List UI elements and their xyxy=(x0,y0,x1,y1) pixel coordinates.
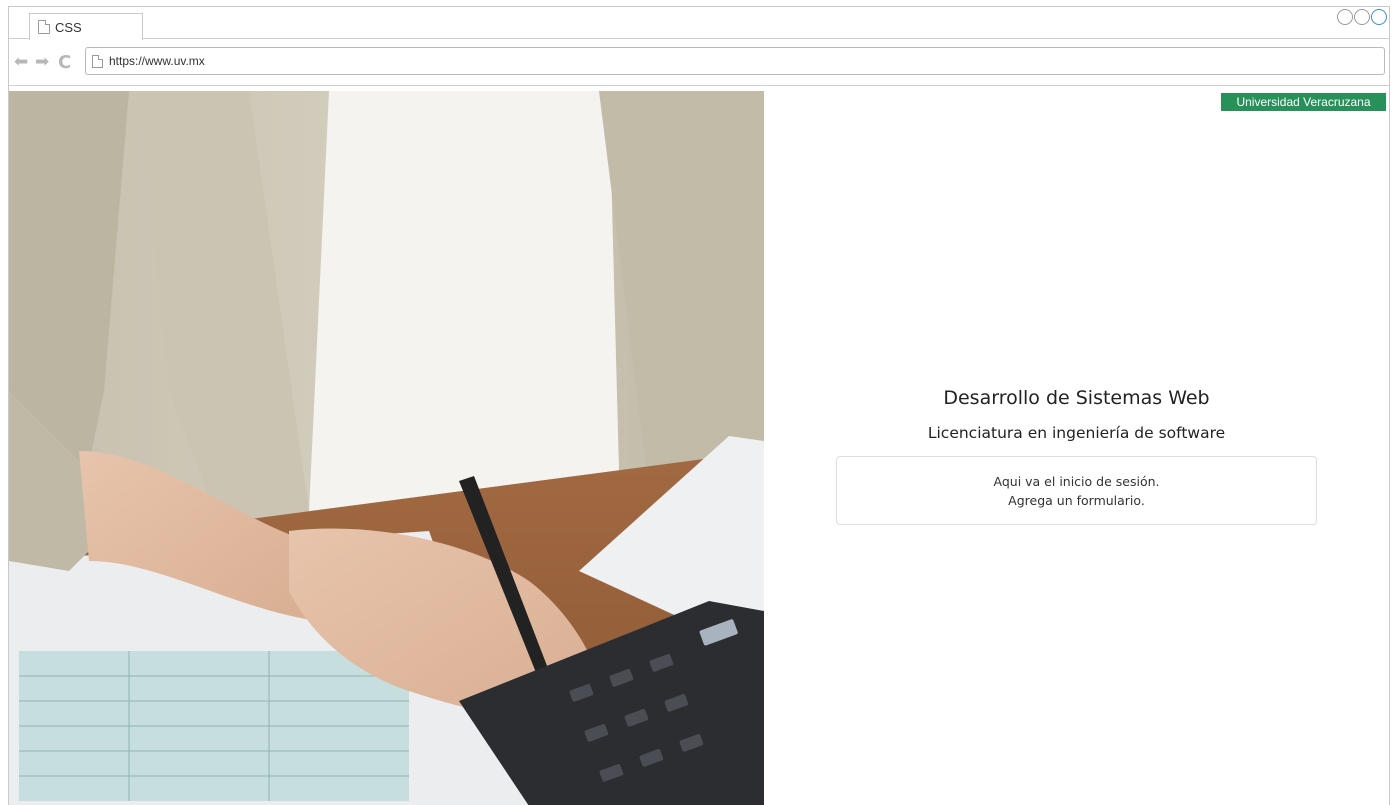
tab-title: CSS xyxy=(55,19,82,35)
window-controls xyxy=(1337,9,1387,25)
tab-strip: CSS xyxy=(9,7,1389,40)
maximize-button[interactable] xyxy=(1354,9,1370,25)
forward-arrow-icon[interactable]: ➡ xyxy=(35,54,49,71)
back-arrow-icon[interactable]: ⬅ xyxy=(14,54,28,71)
page-title: Desarrollo de Sistemas Web xyxy=(943,387,1210,409)
page-subtitle: Licenciatura en ingeniería de software xyxy=(927,424,1226,442)
page-viewport: Universidad Veracruzana Desarrollo de Si… xyxy=(9,91,1389,805)
address-bar[interactable]: https://www.uv.mx xyxy=(85,47,1385,75)
navigation-bar: ⬅ ➡ C https://www.uv.mx xyxy=(9,40,1389,86)
card-line: Aqui va el inicio de sesión. xyxy=(993,473,1160,489)
document-icon xyxy=(92,54,103,68)
hero-photo xyxy=(9,91,764,805)
minimize-button[interactable] xyxy=(1337,9,1353,25)
university-badge: Universidad Veracruzana xyxy=(1221,93,1386,111)
url-text: https://www.uv.mx xyxy=(109,54,205,68)
browser-tab[interactable]: CSS xyxy=(29,13,143,40)
card-line: Agrega un formulario. xyxy=(1008,492,1145,508)
content-panel: Universidad Veracruzana Desarrollo de Si… xyxy=(764,91,1389,805)
reload-icon[interactable]: C xyxy=(58,54,71,72)
browser-window: CSS ⬅ ➡ C https://www.uv.mx Universidad … xyxy=(8,6,1390,805)
document-icon xyxy=(38,20,50,34)
close-button[interactable] xyxy=(1371,9,1387,25)
login-placeholder-card: Aqui va el inicio de sesión. Agrega un f… xyxy=(836,456,1317,525)
